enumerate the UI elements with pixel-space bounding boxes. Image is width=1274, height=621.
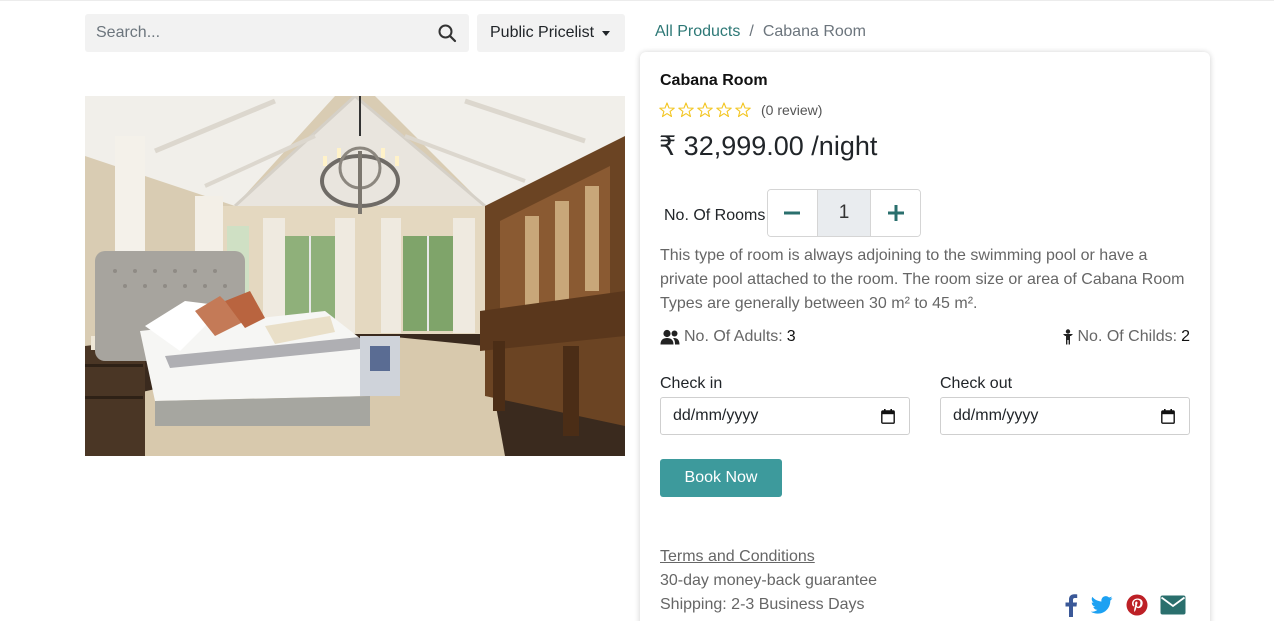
review-count: (0 review) [761,102,823,118]
twitter-share-button[interactable] [1089,592,1115,618]
product-image[interactable] [85,96,625,456]
caret-down-icon [602,30,611,36]
breadcrumb-all-products-link[interactable]: All Products [655,23,740,41]
search-bar [85,14,469,52]
checkin-date-input[interactable]: dd/mm/yyyy [660,397,910,435]
product-title: Cabana Room [660,72,768,89]
calendar-icon[interactable] [881,409,895,424]
breadcrumb-current: Cabana Room [762,23,866,40]
top-divider [0,0,1274,1]
email-share-button[interactable] [1160,592,1186,618]
minus-icon [784,211,801,215]
plus-icon [887,205,904,221]
rooms-label: No. Of Rooms [664,207,766,224]
pricelist-dropdown[interactable]: Public Pricelist [477,14,625,52]
bedroom-photo [85,96,625,456]
star-empty-icon [735,102,751,118]
envelope-icon [1160,595,1186,615]
pricelist-label: Public Pricelist [490,24,595,41]
checkout-label: Check out [940,375,1013,392]
product-detail-card: Cabana Room (0 review) ₹ 32,999.00 /nigh… [640,52,1210,621]
shipping-text: Shipping: 2-3 Business Days [660,596,865,613]
checkin-date-value: dd/mm/yyyy [673,407,759,424]
pinterest-share-button[interactable] [1124,592,1150,618]
facebook-icon [1065,594,1078,617]
star-empty-icon [678,102,694,118]
childs-info: No. Of Childs: 2 [1062,328,1190,346]
product-description: This type of room is always adjoining to… [660,247,1185,312]
facebook-share-button[interactable] [1058,592,1084,618]
star-empty-icon [659,102,675,118]
users-icon [660,329,680,345]
star-empty-icon [716,102,732,118]
adults-value: 3 [786,328,796,345]
search-icon[interactable] [437,23,457,43]
childs-label: No. Of Childs: [1077,328,1178,345]
book-now-button[interactable]: Book Now [660,459,782,497]
twitter-icon [1091,596,1113,614]
product-price: ₹ 32,999.00 /night [659,131,878,161]
quantity-input[interactable]: 1 [816,190,872,236]
breadcrumb-separator: / [749,23,754,40]
terms-link[interactable]: Terms and Conditions [660,548,815,566]
guarantee-text: 30-day money-back guarantee [660,572,878,589]
rating[interactable]: (0 review) [659,102,822,118]
child-icon [1062,329,1073,345]
pinterest-icon [1126,594,1148,616]
breadcrumb: All Products / Cabana Room [655,23,866,41]
childs-value: 2 [1181,328,1190,345]
checkout-date-input[interactable]: dd/mm/yyyy [940,397,1190,435]
calendar-icon[interactable] [1161,409,1175,424]
adults-info: No. Of Adults: 3 [660,328,796,346]
search-input[interactable] [85,14,425,52]
checkout-date-value: dd/mm/yyyy [953,407,1039,424]
star-empty-icon [697,102,713,118]
checkin-label: Check in [660,375,723,392]
decrease-quantity-button[interactable] [768,190,817,236]
adults-label: No. Of Adults: [684,328,783,345]
increase-quantity-button[interactable] [871,190,920,236]
quantity-stepper: 1 [767,189,921,237]
